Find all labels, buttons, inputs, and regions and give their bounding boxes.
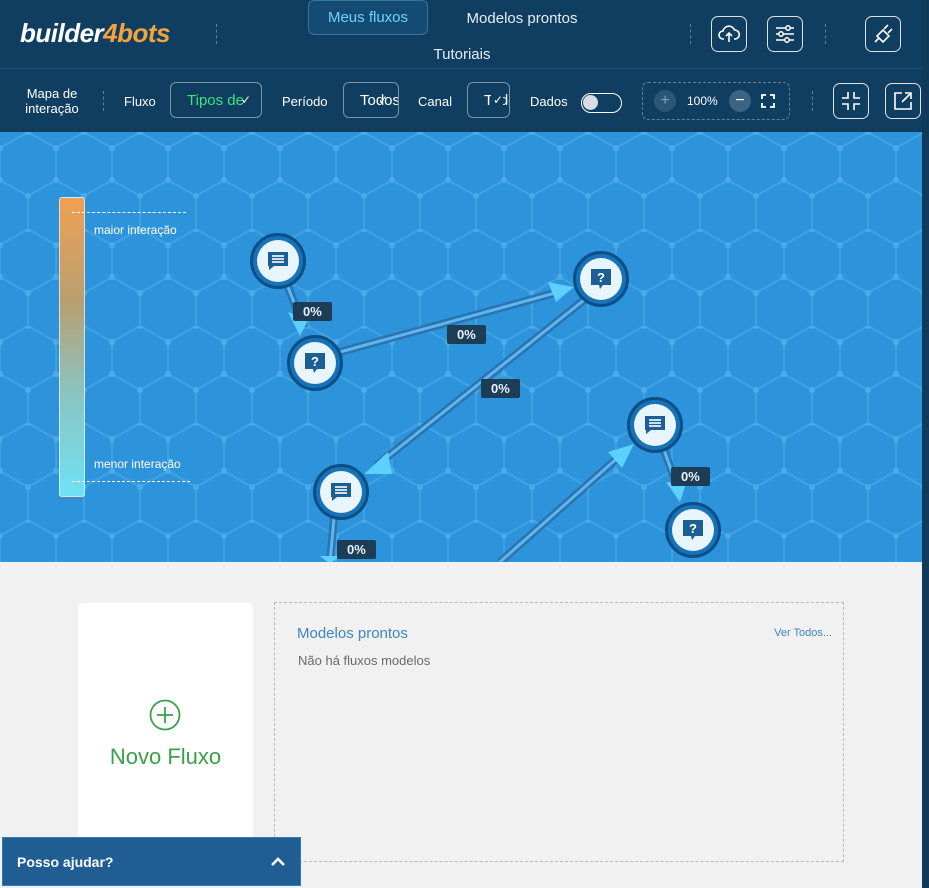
fit-screen-button[interactable] bbox=[757, 90, 779, 112]
question-bubble-icon: ? bbox=[683, 520, 703, 540]
dados-label: Dados bbox=[530, 94, 568, 109]
divider bbox=[825, 24, 826, 44]
help-label: Posso ajudar? bbox=[17, 854, 114, 870]
collapse-icon bbox=[842, 92, 860, 110]
cloud-upload-icon bbox=[718, 25, 740, 42]
zoom-in-button[interactable]: + bbox=[654, 90, 676, 112]
interaction-legend-bar bbox=[59, 197, 85, 497]
scrollbar[interactable] bbox=[922, 0, 929, 888]
node-inner: ? bbox=[294, 342, 336, 384]
edge-percentage-label: 0% bbox=[447, 325, 486, 344]
modelos-prontos-panel: Modelos prontos Ver Todos... Não há flux… bbox=[274, 602, 844, 862]
legend-min-line bbox=[72, 481, 190, 482]
periodo-label: Período bbox=[282, 94, 328, 109]
svg-text:?: ? bbox=[597, 270, 605, 285]
integrations-button[interactable] bbox=[865, 16, 901, 52]
divider bbox=[103, 91, 104, 111]
empty-state-text: Não há fluxos modelos bbox=[298, 653, 431, 668]
fluxo-label: Fluxo bbox=[124, 94, 156, 109]
fluxo-select[interactable]: Tipos de ✓ bbox=[170, 82, 262, 118]
tab-tutoriais[interactable]: Tutoriais bbox=[418, 44, 506, 64]
divider bbox=[690, 24, 691, 44]
chevron-up-icon bbox=[271, 857, 285, 866]
ver-todos-link[interactable]: Ver Todos... bbox=[774, 627, 832, 639]
message-node[interactable] bbox=[313, 464, 369, 520]
question-node[interactable]: ? bbox=[573, 251, 629, 307]
plug-icon bbox=[874, 24, 893, 44]
message-node[interactable] bbox=[250, 233, 306, 289]
chat-bubble-icon bbox=[268, 252, 288, 270]
node-inner bbox=[320, 471, 362, 513]
legend-max-line bbox=[72, 212, 186, 213]
edge-percentage-label: 0% bbox=[337, 540, 376, 559]
question-node[interactable]: ? bbox=[287, 335, 343, 391]
question-bubble-icon: ? bbox=[591, 269, 611, 289]
tab-meus-fluxos[interactable]: Meus fluxos bbox=[308, 0, 428, 35]
cloud-upload-button[interactable] bbox=[711, 16, 747, 52]
fluxo-select-value: Tipos de bbox=[187, 92, 244, 109]
divider bbox=[812, 91, 813, 111]
zoom-controls: + 100% − bbox=[642, 82, 790, 120]
open-external-button[interactable] bbox=[885, 83, 921, 119]
logo-text: builder bbox=[20, 18, 104, 48]
settings-sliders-button[interactable] bbox=[767, 16, 803, 52]
node-inner bbox=[634, 404, 676, 446]
canal-select[interactable]: Todos ✓ bbox=[467, 82, 510, 118]
add-circle-icon bbox=[149, 699, 181, 731]
node-inner bbox=[257, 240, 299, 282]
question-bubble-icon: ? bbox=[305, 353, 325, 373]
collapse-button[interactable] bbox=[833, 83, 869, 119]
svg-text:?: ? bbox=[689, 521, 697, 536]
edge-percentage-label: 0% bbox=[293, 302, 332, 321]
check-icon: ✓ bbox=[240, 93, 251, 107]
logo-accent-text: 4bots bbox=[103, 18, 171, 48]
message-node[interactable] bbox=[627, 397, 683, 453]
periodo-select[interactable]: Todos ✓ bbox=[343, 82, 399, 118]
interaction-map-canvas[interactable]: maior interação menor interação ? ? ? 0%… bbox=[0, 132, 922, 562]
help-chat-widget[interactable]: Posso ajudar? bbox=[2, 837, 301, 886]
edge-percentage-label: 0% bbox=[481, 379, 520, 398]
novo-fluxo-card[interactable]: Novo Fluxo bbox=[78, 603, 253, 843]
external-link-icon bbox=[894, 92, 912, 110]
question-node[interactable]: ? bbox=[665, 502, 721, 558]
tab-modelos-prontos[interactable]: Modelos prontos bbox=[452, 8, 592, 28]
svg-text:?: ? bbox=[311, 354, 319, 369]
canal-label: Canal bbox=[418, 94, 452, 109]
builder4bots-logo[interactable]: builder4bots bbox=[20, 18, 171, 49]
divider bbox=[216, 24, 217, 44]
zoom-level: 100% bbox=[687, 94, 718, 108]
map-toolbar: Mapa de interação Fluxo Tipos de ✓ Perío… bbox=[0, 68, 922, 132]
toggle-knob bbox=[583, 95, 598, 110]
check-icon: ✓ bbox=[490, 93, 503, 107]
node-inner: ? bbox=[672, 509, 714, 551]
fit-screen-icon bbox=[761, 94, 775, 108]
legend-max-label: maior interação bbox=[94, 223, 177, 237]
check-icon: ✓ bbox=[377, 93, 388, 107]
modelos-prontos-title: Modelos prontos bbox=[297, 625, 408, 642]
chat-bubble-icon bbox=[645, 416, 665, 434]
node-inner: ? bbox=[580, 258, 622, 300]
legend-min-label: menor interação bbox=[94, 457, 181, 471]
chat-bubble-icon bbox=[331, 483, 351, 501]
sliders-icon bbox=[776, 25, 794, 43]
edge-percentage-label: 0% bbox=[671, 467, 710, 486]
top-header: builder4bots Meus fluxos Modelos prontos… bbox=[0, 0, 922, 68]
novo-fluxo-label: Novo Fluxo bbox=[109, 744, 222, 769]
mapa-interacao-label: Mapa de interação bbox=[25, 86, 79, 116]
zoom-out-button[interactable]: − bbox=[729, 90, 751, 112]
dados-toggle[interactable] bbox=[581, 93, 622, 113]
hex-grid-background bbox=[0, 132, 922, 562]
